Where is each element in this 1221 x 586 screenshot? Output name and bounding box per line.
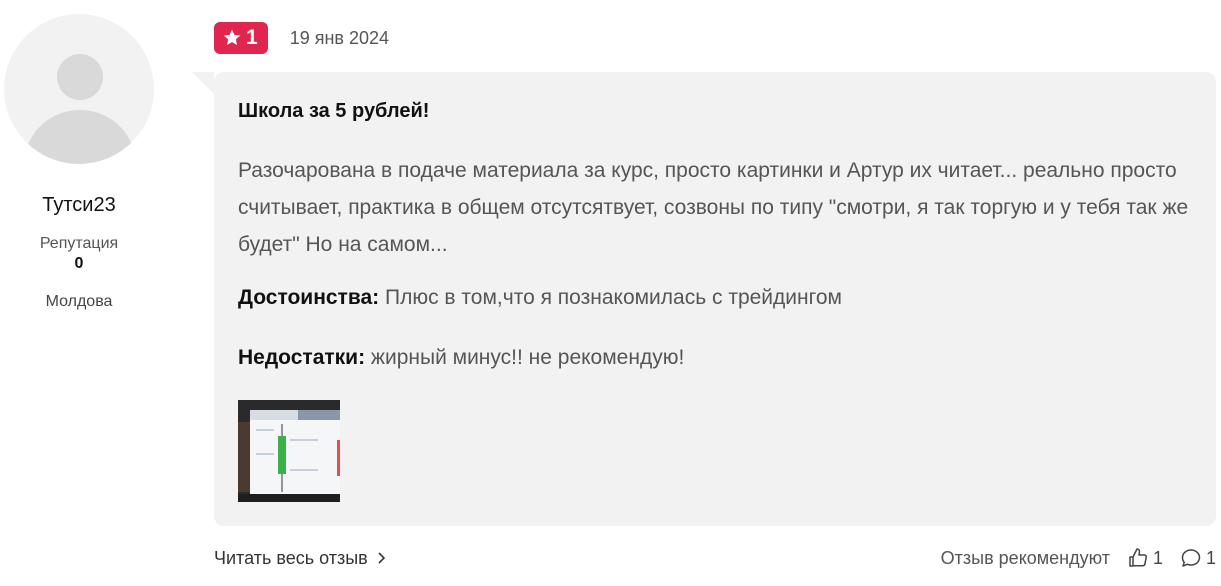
rating-badge: 1 <box>214 22 268 54</box>
recommend-label: Отзыв рекомендуют <box>940 547 1110 568</box>
like-count: 1 <box>1152 547 1163 568</box>
thumbs-up-icon <box>1129 548 1147 567</box>
comment-count: 1 <box>1205 547 1216 568</box>
star-icon <box>223 29 241 45</box>
review-title[interactable]: Школа за 5 рублей! <box>238 100 429 123</box>
chart-thumbnail-image <box>238 400 340 502</box>
username[interactable]: Тутси23 <box>0 194 158 217</box>
review-meta: 1 19 янв 2024 <box>214 22 389 54</box>
review-date: 19 янв 2024 <box>289 27 390 48</box>
chevron-right-icon <box>378 552 385 564</box>
review-pros: Достоинства: Плюс в том,что я познакомил… <box>238 286 842 310</box>
pros-text: Плюс в том,что я познакомилась с трейдин… <box>385 286 842 309</box>
reputation-value: 0 <box>74 255 84 272</box>
user-info: Тутси23 Репутация 0 Молдова <box>0 14 158 311</box>
comments-button[interactable]: 1 <box>1179 546 1216 570</box>
like-button[interactable]: 1 <box>1126 546 1163 570</box>
avatar-head-shape <box>57 54 103 100</box>
review-image-thumbnail[interactable] <box>238 400 340 502</box>
review-cons: Недостатки: жирный минус!! не рекомендую… <box>238 346 684 370</box>
avatar-body-shape <box>24 110 136 164</box>
comment-icon <box>1181 549 1201 567</box>
review-text: Разочарована в подаче материала за курс,… <box>238 159 1189 256</box>
review-stats: Отзыв рекомендуют 1 1 <box>941 546 1216 570</box>
reputation-label: Репутация <box>39 235 119 252</box>
review-card: Школа за 5 рублей! Разочарована в подаче… <box>192 72 1216 526</box>
user-country: Молдова <box>45 293 113 310</box>
pros-label: Достоинства: <box>238 286 380 309</box>
rating-value: 1 <box>246 26 258 49</box>
cons-label: Недостатки: <box>238 346 366 369</box>
review-footer: Читать весь отзыв Отзыв рекомендуют 1 1 <box>214 544 1216 572</box>
avatar[interactable] <box>4 14 154 164</box>
read-full-review-link[interactable]: Читать весь отзыв <box>214 548 386 569</box>
cons-text: жирный минус!! не рекомендую! <box>370 346 685 369</box>
read-more-label: Читать весь отзыв <box>214 547 368 568</box>
